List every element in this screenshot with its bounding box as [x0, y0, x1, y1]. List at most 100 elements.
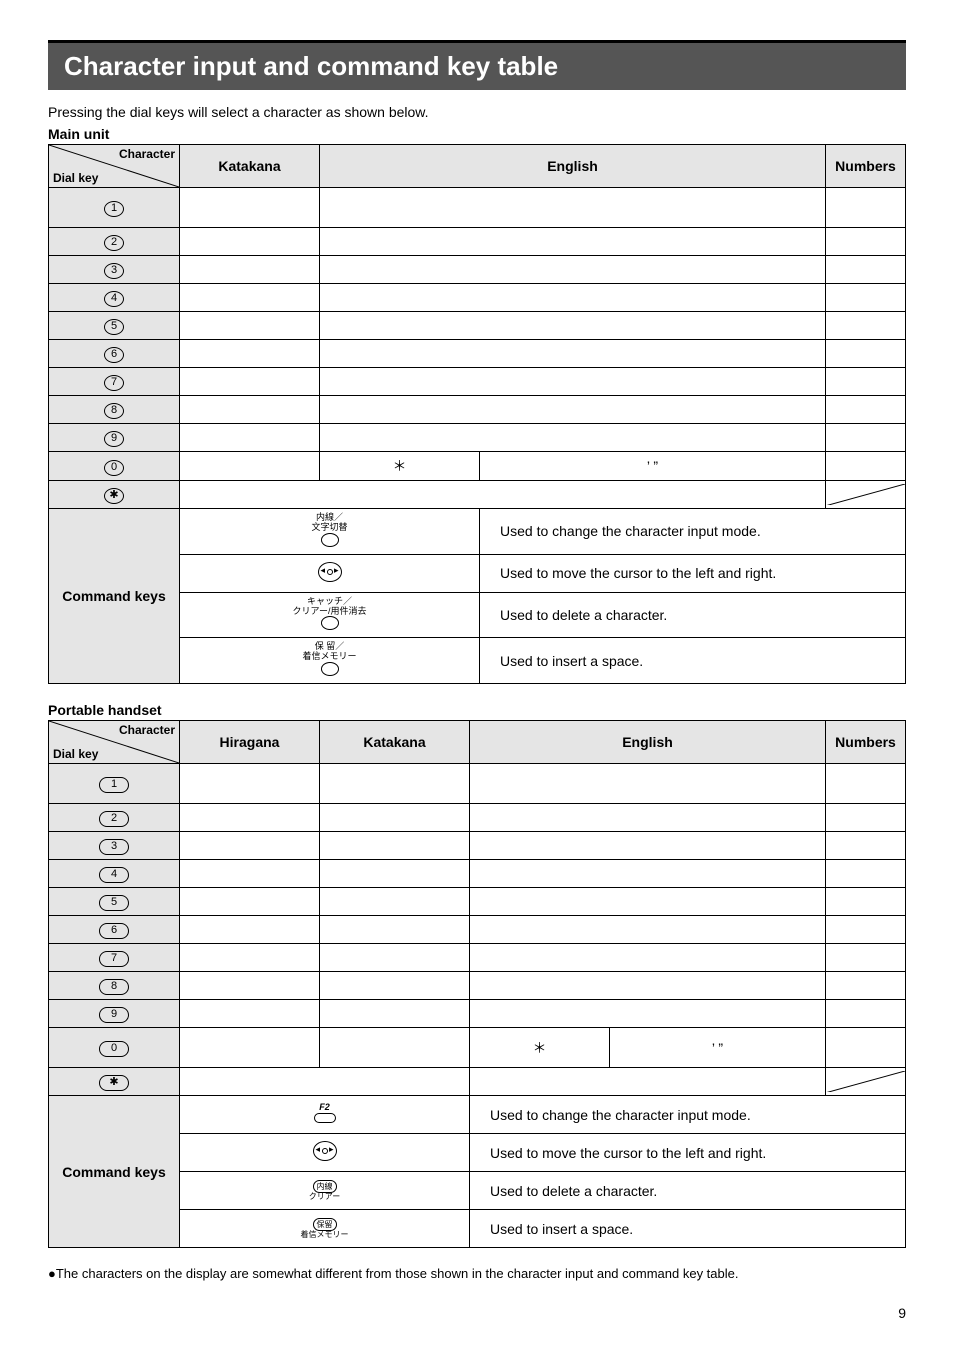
- cell: [180, 424, 320, 452]
- cell: [320, 944, 470, 972]
- cell: [470, 764, 826, 804]
- cell: [826, 312, 906, 340]
- diag-top: Character: [119, 147, 175, 161]
- command-keys-label: Command keys: [49, 1096, 180, 1248]
- cell: [826, 1000, 906, 1028]
- cell: [826, 340, 906, 368]
- dial-key: 2: [49, 804, 180, 832]
- diag-top: Character: [119, 723, 175, 737]
- cell: [470, 944, 826, 972]
- cell: [180, 916, 320, 944]
- cell: [320, 188, 826, 228]
- clear-key-icon: 内線: [313, 1180, 337, 1193]
- cell: ＊: [470, 1028, 610, 1068]
- cell: [470, 804, 826, 832]
- cmd-key: キャッチ／ クリアー/用件消去: [180, 592, 480, 638]
- cell: ’ ”: [610, 1028, 826, 1068]
- diag-cell: [826, 481, 906, 509]
- cell: [180, 1068, 470, 1096]
- cell: [826, 832, 906, 860]
- dial-key: 7: [49, 944, 180, 972]
- diag-bottom: Dial key: [53, 747, 98, 761]
- cell: [180, 972, 320, 1000]
- cell: [320, 312, 826, 340]
- cmd-key: [180, 554, 480, 592]
- col-katakana: Katakana: [320, 721, 470, 764]
- cell: [826, 860, 906, 888]
- clear-key-icon: [321, 616, 339, 630]
- dial-key: 5: [49, 312, 180, 340]
- cmd-desc: Used to insert a space.: [480, 638, 906, 684]
- cell: [826, 764, 906, 804]
- dial-key: 4: [49, 860, 180, 888]
- dial-key: 9: [49, 424, 180, 452]
- intro-text: Pressing the dial keys will select a cha…: [48, 104, 906, 120]
- cmd-desc: Used to move the cursor to the left and …: [480, 554, 906, 592]
- dial-key: 6: [49, 340, 180, 368]
- diag-bottom: Dial key: [53, 171, 98, 185]
- cell: [826, 424, 906, 452]
- cell: [180, 188, 320, 228]
- cell: [470, 888, 826, 916]
- diag-header: Character Dial key: [49, 721, 180, 764]
- cell: [826, 284, 906, 312]
- cell: [826, 972, 906, 1000]
- cell: [826, 368, 906, 396]
- page-title: Character input and command key table: [48, 40, 906, 90]
- cell: [180, 1028, 320, 1068]
- cmd-key: 保留 着信メモリー: [180, 1210, 470, 1248]
- cell: [470, 972, 826, 1000]
- cell: [470, 916, 826, 944]
- cell: [320, 804, 470, 832]
- f2-key-icon: [314, 1113, 336, 1123]
- command-keys-label: Command keys: [49, 509, 180, 684]
- cell: [826, 256, 906, 284]
- cell: [320, 972, 470, 1000]
- cmd-key: 保 留／ 着信メモリー: [180, 638, 480, 684]
- cell: [180, 481, 826, 509]
- cell: [180, 256, 320, 284]
- portable-table: Character Dial key Hiragana Katakana Eng…: [48, 720, 906, 1248]
- cell: [320, 396, 826, 424]
- cell: [320, 368, 826, 396]
- cmd-key: 内線／ 文字切替: [180, 509, 480, 555]
- page-number: 9: [48, 1305, 906, 1321]
- col-english: English: [320, 145, 826, 188]
- cell: [180, 396, 320, 424]
- col-numbers: Numbers: [826, 721, 906, 764]
- cell: [826, 888, 906, 916]
- mode-key-icon: [321, 533, 339, 547]
- cell: [826, 228, 906, 256]
- portable-label: Portable handset: [48, 702, 906, 718]
- cmd-desc: Used to delete a character.: [470, 1172, 906, 1210]
- cmd-desc: Used to change the character input mode.: [480, 509, 906, 555]
- hold-key-icon: 保留: [313, 1218, 337, 1231]
- cell: [826, 944, 906, 972]
- cell: [320, 284, 826, 312]
- main-unit-table: Character Dial key Katakana English Numb…: [48, 144, 906, 684]
- cell: [320, 256, 826, 284]
- cell: [180, 368, 320, 396]
- cell: [826, 188, 906, 228]
- cell: [180, 860, 320, 888]
- cell: [826, 452, 906, 481]
- cmd-desc: Used to insert a space.: [470, 1210, 906, 1248]
- cell: [320, 1000, 470, 1028]
- cmd-desc: Used to change the character input mode.: [470, 1096, 906, 1134]
- cell: [180, 284, 320, 312]
- cell: [320, 228, 826, 256]
- nav-key-icon: [318, 562, 342, 582]
- dial-key: ✱: [49, 481, 180, 509]
- dial-key: 7: [49, 368, 180, 396]
- cell: [470, 1068, 826, 1096]
- cmd-key: 内線 クリアー: [180, 1172, 470, 1210]
- hold-key-icon: [321, 662, 339, 676]
- dial-key: 0: [49, 1028, 180, 1068]
- col-numbers: Numbers: [826, 145, 906, 188]
- dial-key: ✱: [49, 1068, 180, 1096]
- dial-key: 9: [49, 1000, 180, 1028]
- cell: [826, 916, 906, 944]
- dial-key: 6: [49, 916, 180, 944]
- footnote: ●The characters on the display are somew…: [48, 1266, 906, 1281]
- cell: [180, 1000, 320, 1028]
